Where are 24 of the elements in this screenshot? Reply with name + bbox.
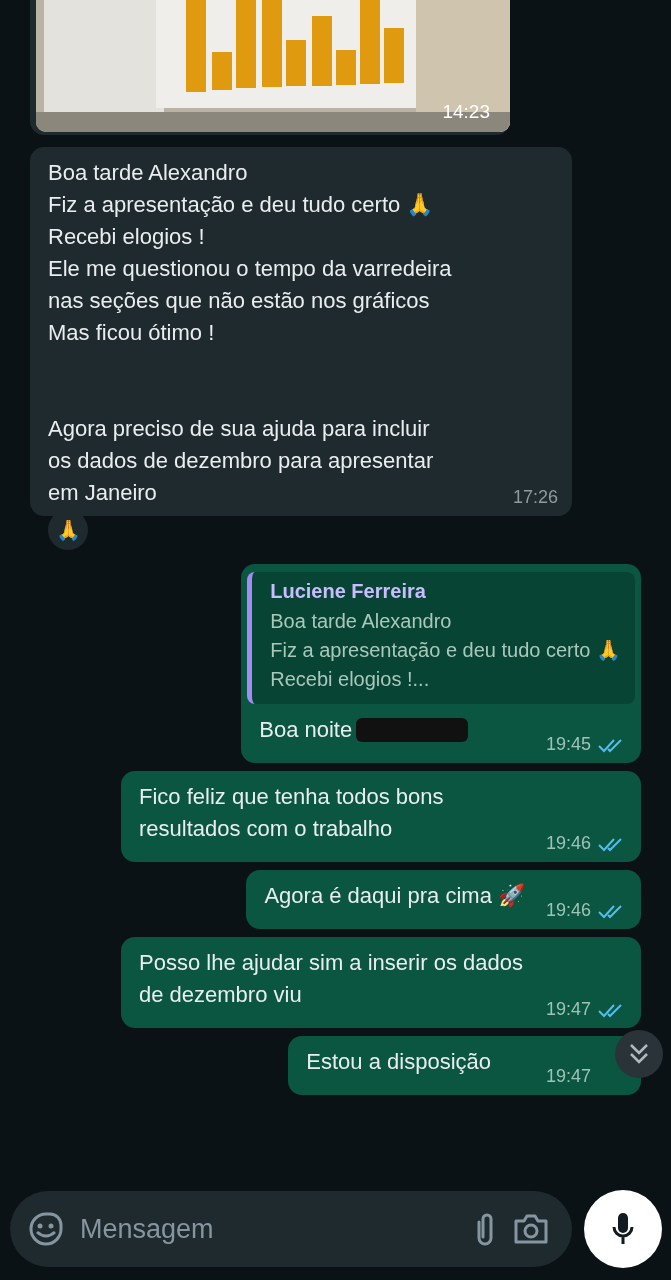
message-time: 17:26 (512, 487, 558, 508)
message-text: Boa noite (259, 716, 353, 744)
message-input[interactable]: Mensagem (78, 1212, 458, 1246)
message-text: Posso lhe ajudar sim a inserir os dados de dezembro viu (139, 949, 524, 1009)
quote-author: Luciene Ferreira (270, 580, 427, 603)
scroll-down-button[interactable] (615, 1030, 663, 1078)
message-text: Agora é daqui pra cima 🚀 (264, 882, 525, 910)
microphone-icon (611, 1211, 635, 1247)
message-time: 19:47 (545, 1066, 591, 1087)
image-message[interactable]: 14:23 (30, 0, 510, 135)
camera-icon[interactable] (512, 1212, 550, 1246)
message-time: 19:47 (545, 999, 591, 1020)
quoted-message[interactable]: Luciene Ferreira Boa tarde Alexandro Fiz a apresentação e deu tudo certo 🙏 Recebi elogios !... (247, 572, 635, 704)
message-time: 19:45 (545, 734, 591, 755)
message-text: Fico feliz que tenha todos bons resultados com o trabalho (139, 783, 445, 843)
double-chevron-icon (628, 1042, 650, 1066)
message-time: 19:46 (545, 833, 591, 854)
quote-text: Boa tarde Alexandro Fiz a apresentação e deu tudo certo 🙏 Recebi elogios !... (270, 609, 621, 692)
sticker-icon (28, 1211, 64, 1247)
message-time: 19:46 (545, 900, 591, 921)
message-text: Estou a disposição (306, 1048, 491, 1076)
message-time: 14:23 (442, 101, 490, 123)
message-text: Boa tarde Alexandro Fiz a apresentação e deu tudo certo 🙏 Recebi elogios ! Ele me questionou o tempo da varredeira nas seções que não estão nos gráficos Mas ficou ótimo ! Agora preciso de sua ajuda para incluir os dados de dezembro para apresentar em Janeiro (48, 159, 453, 507)
message-field[interactable]: Mensagem (10, 1191, 572, 1267)
